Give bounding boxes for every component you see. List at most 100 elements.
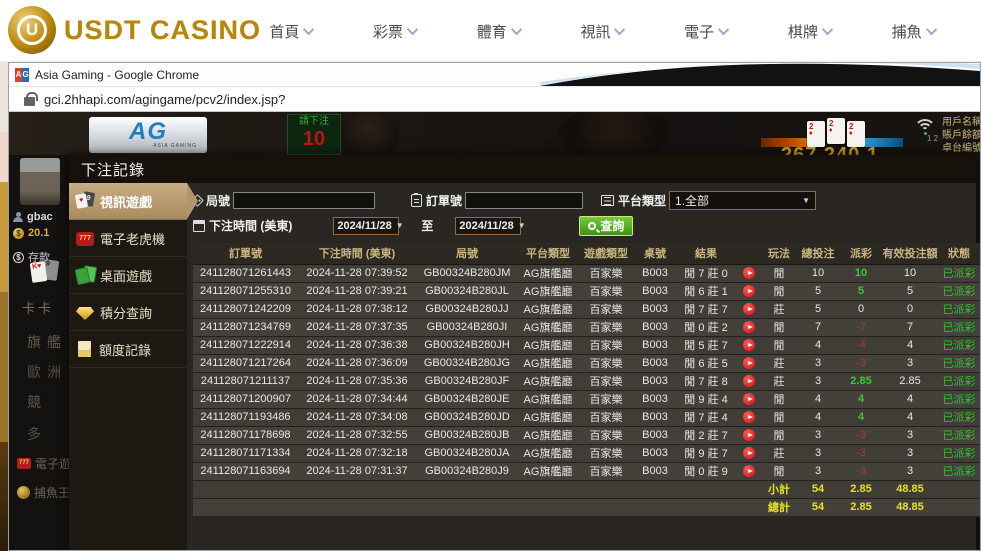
nav-item-4[interactable]: 視訊 bbox=[580, 21, 625, 42]
cell-order: 241128071217264 bbox=[193, 354, 298, 372]
cell-replay bbox=[736, 462, 762, 480]
sidebar-item-quota-records[interactable]: 額度記錄 bbox=[69, 331, 187, 368]
sidebar-item-label: 桌面遊戲 bbox=[100, 266, 152, 285]
nav-item-3[interactable]: 體育 bbox=[477, 21, 522, 42]
cell-platform: AG旗艦廳 bbox=[518, 372, 578, 390]
replay-play-button[interactable] bbox=[743, 321, 755, 333]
nav-item-label: 首頁 bbox=[269, 21, 299, 42]
filter-row-2: 下注時間 (美東) 2024/11/28 ▼ 至 2024/11/28 ▼ bbox=[193, 213, 976, 238]
table-games-icon bbox=[76, 266, 94, 284]
cell-table: B003 bbox=[634, 408, 676, 426]
sidebar-item-points-query[interactable]: 積分查詢 bbox=[69, 294, 187, 331]
date-from-select[interactable]: 2024/11/28 ▼ bbox=[333, 217, 399, 235]
url-bar[interactable]: gci.2hhapi.com/agingame/pcv2/index.jsp? bbox=[9, 86, 980, 112]
cell-status: 已派彩 bbox=[938, 264, 980, 282]
chevron-down-icon bbox=[822, 24, 833, 35]
cell-replay bbox=[736, 390, 762, 408]
cell-empty bbox=[193, 480, 298, 498]
site-logo[interactable]: U USDT CASINO bbox=[8, 6, 261, 54]
platform-type-select[interactable]: 1.全部 ▼ bbox=[669, 191, 816, 210]
game-header-strip: AG ASIA GAMING 請下注 10 2♦2♦2♦ 267,240.1 用… bbox=[9, 112, 980, 155]
cell-platform: AG旗艦廳 bbox=[518, 300, 578, 318]
replay-play-button[interactable] bbox=[743, 339, 755, 351]
sidebar-item-table-games[interactable]: 桌面遊戲 bbox=[69, 257, 187, 294]
replay-play-button[interactable] bbox=[743, 411, 755, 423]
cell-result: 閒 5 莊 7 bbox=[676, 336, 736, 354]
cell-table: B003 bbox=[634, 282, 676, 300]
hud-label: 卓台編號 bbox=[942, 142, 980, 155]
cell-table: B003 bbox=[634, 444, 676, 462]
replay-play-button[interactable] bbox=[743, 465, 755, 477]
table-row: 2411280711786982024-11-28 07:32:55GB0032… bbox=[193, 426, 980, 444]
lobby-tab-flagship: 旗艦 bbox=[27, 332, 67, 352]
balance-text: 20.1 bbox=[28, 227, 49, 239]
window-titlebar[interactable]: AG Asia Gaming - Google Chrome bbox=[9, 63, 980, 86]
search-button-label: 查詢 bbox=[600, 217, 624, 234]
cell-order: 241128071193486 bbox=[193, 408, 298, 426]
chrome-window: AG Asia Gaming - Google Chrome gci.2hhap… bbox=[8, 62, 981, 551]
bet-table-wrap: 訂單號下注時間 (美東)局號平台類型遊戲類型桌號結果玩法總投注派彩有效投注額狀態… bbox=[193, 243, 976, 550]
cell-empty bbox=[416, 498, 518, 516]
table-row: 2411280712111372024-11-28 07:35:36GB0032… bbox=[193, 372, 980, 390]
sidebar-item-slot-machine[interactable]: 777電子老虎機 bbox=[69, 220, 187, 257]
cell-table: B003 bbox=[634, 426, 676, 444]
cell-valid-bet: 4 bbox=[882, 408, 938, 426]
nav-item-2[interactable]: 彩票 bbox=[373, 21, 418, 42]
chevron-down-icon bbox=[407, 24, 418, 35]
bet-records-table: 訂單號下注時間 (美東)局號平台類型遊戲類型桌號結果玩法總投注派彩有效投注額狀態… bbox=[193, 243, 980, 517]
cell-empty bbox=[938, 480, 980, 498]
chevron-down-icon: ▼ bbox=[802, 196, 810, 205]
cell-valid-bet: 4 bbox=[882, 336, 938, 354]
replay-play-button[interactable] bbox=[743, 393, 755, 405]
card-suit: ♦ bbox=[849, 131, 865, 136]
nav-item-1[interactable]: 首頁 bbox=[269, 21, 314, 42]
replay-play-button[interactable] bbox=[743, 285, 755, 297]
nav-item-label: 體育 bbox=[477, 21, 507, 42]
cell-play-type: 莊 bbox=[762, 444, 796, 462]
replay-play-button[interactable] bbox=[743, 375, 755, 387]
date-to-select[interactable]: 2024/11/28 ▼ bbox=[455, 217, 521, 235]
search-button[interactable]: 查詢 bbox=[579, 216, 633, 236]
cell-payout: 4 bbox=[840, 408, 882, 426]
cell-game: 百家樂 bbox=[578, 372, 634, 390]
cell-empty bbox=[676, 480, 736, 498]
sidebar-item-video-games[interactable]: 視訊遊戲 bbox=[69, 183, 187, 220]
column-header bbox=[736, 243, 762, 264]
chevron-down-icon bbox=[718, 24, 729, 35]
order-number-input[interactable] bbox=[465, 192, 583, 209]
replay-play-button[interactable] bbox=[743, 303, 755, 315]
search-icon bbox=[588, 222, 596, 230]
cell-platform: AG旗艦廳 bbox=[518, 318, 578, 336]
ag-logo: AG ASIA GAMING bbox=[89, 117, 207, 153]
cell-play-type: 閒 bbox=[762, 282, 796, 300]
nav-item-7[interactable]: 捕魚 bbox=[892, 21, 937, 42]
cell-round: GB00324B280JL bbox=[416, 282, 518, 300]
grand-total-label: 總計 bbox=[762, 498, 796, 516]
window-title: Asia Gaming - Google Chrome bbox=[35, 68, 199, 82]
cell-result: 閒 7 莊 8 bbox=[676, 372, 736, 390]
cell-game: 百家樂 bbox=[578, 390, 634, 408]
round-number-input[interactable] bbox=[233, 192, 375, 209]
nav-item-6[interactable]: 棋牌 bbox=[788, 21, 833, 42]
sidebar-item-label: 電子老虎機 bbox=[100, 229, 165, 248]
hud-numbers: 1 2 bbox=[927, 134, 938, 143]
cell-round: GB00324B280J9 bbox=[416, 462, 518, 480]
ag-favicon-icon: AG bbox=[15, 68, 29, 82]
replay-play-button[interactable] bbox=[743, 429, 755, 441]
username-text: gbac bbox=[27, 211, 53, 223]
column-header: 結果 bbox=[676, 243, 736, 264]
filter-row-1: 局號 訂單號 平台類型 1.全部 ▼ bbox=[193, 188, 976, 213]
hud-label: 用戶名稱 bbox=[942, 116, 980, 129]
replay-play-button[interactable] bbox=[743, 447, 755, 459]
cell-platform: AG旗艦廳 bbox=[518, 462, 578, 480]
cell-replay bbox=[736, 282, 762, 300]
nav-item-5[interactable]: 電子 bbox=[684, 21, 729, 42]
cell-game: 百家樂 bbox=[578, 426, 634, 444]
cell-replay bbox=[736, 408, 762, 426]
platform-type-label: 平台類型 bbox=[618, 192, 666, 209]
lock-icon[interactable] bbox=[24, 97, 35, 106]
points-query-icon bbox=[76, 307, 94, 320]
replay-play-button[interactable] bbox=[743, 357, 755, 369]
replay-play-button[interactable] bbox=[743, 267, 755, 279]
cell-total-bet: 4 bbox=[796, 336, 840, 354]
